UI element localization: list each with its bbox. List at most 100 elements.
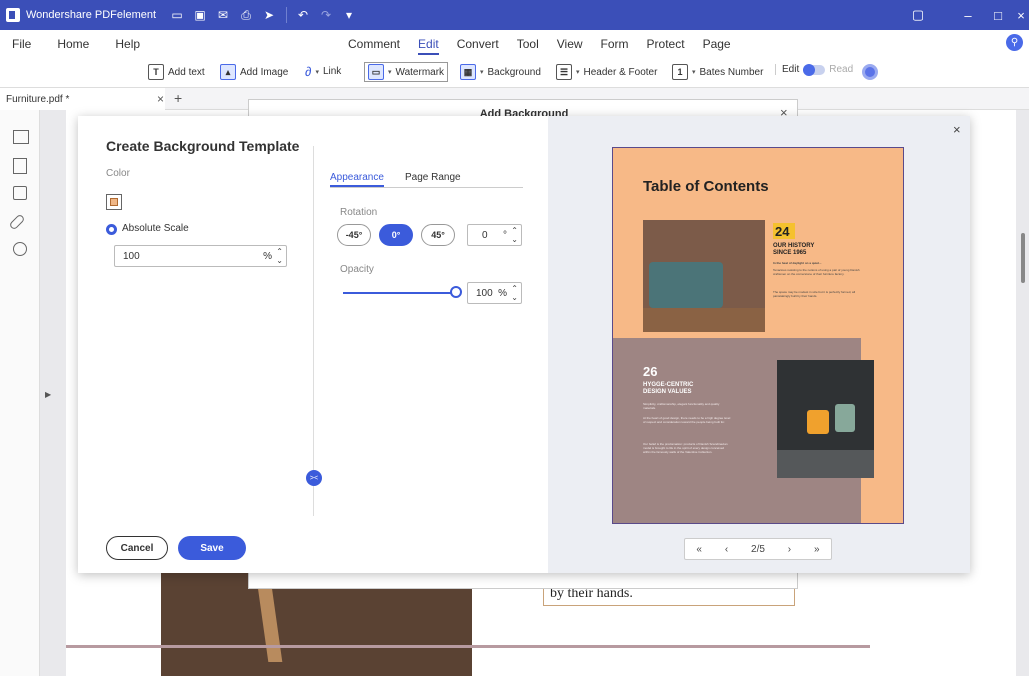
modal-close-button[interactable]: ×	[953, 122, 961, 137]
modal-title: Create Background Template	[106, 138, 300, 154]
preview-chairs-photo	[777, 360, 874, 478]
collapse-panel-button[interactable]: ><	[306, 470, 322, 486]
color-swatch	[110, 198, 118, 206]
add-text-button[interactable]: T Add text	[148, 64, 205, 80]
tab-furniture-pdf[interactable]: Furniture.pdf *	[0, 88, 165, 110]
background-button[interactable]: ▦ ▾ Background	[460, 64, 541, 80]
menu-form[interactable]: Form	[601, 37, 629, 55]
preview-page-title: Table of Contents	[643, 178, 769, 195]
menu-edit[interactable]: Edit	[418, 37, 439, 55]
add-image-button[interactable]: ▴ Add Image	[220, 64, 288, 80]
undo-icon[interactable]: ↶	[296, 8, 310, 22]
menu-protect[interactable]: Protect	[647, 37, 685, 55]
header-footer-button[interactable]: ☰ ▾ Header & Footer	[556, 64, 657, 80]
bates-number-icon: 1	[672, 64, 688, 80]
section1-heading: OUR HISTORY SINCE 1965	[773, 243, 815, 256]
print-icon[interactable]: ⎙	[239, 8, 253, 22]
tab-label: Furniture.pdf *	[6, 93, 70, 105]
settings-button[interactable]	[862, 64, 878, 80]
menu-page[interactable]: Page	[703, 37, 731, 55]
bates-number-label: Bates Number	[699, 66, 764, 78]
bookmark-icon[interactable]	[13, 158, 27, 174]
absolute-scale-radio[interactable]	[106, 224, 117, 235]
opacity-unit: %	[498, 288, 507, 299]
menu-tool[interactable]: Tool	[517, 37, 539, 55]
add-image-label: Add Image	[240, 66, 289, 78]
maximize-button[interactable]: □	[983, 0, 1013, 30]
menu-comment[interactable]: Comment	[348, 37, 400, 55]
opacity-slider-track[interactable]	[343, 292, 451, 294]
menu-help[interactable]: Help	[115, 37, 140, 51]
section1-text-b: Tenacious resisting to the notions of us…	[773, 268, 860, 276]
color-label: Color	[106, 168, 130, 179]
watermark-button[interactable]: ▭ ▾ Watermark	[364, 62, 449, 82]
tab-page-range[interactable]: Page Range	[405, 172, 461, 183]
bates-number-button[interactable]: 1 ▾ Bates Number	[672, 64, 763, 80]
save-button[interactable]: Save	[178, 536, 246, 560]
tab-appearance[interactable]: Appearance	[330, 172, 384, 187]
last-page-button[interactable]: »	[814, 544, 820, 555]
open-folder-icon[interactable]: ▭	[170, 8, 184, 22]
user-avatar-icon[interactable]: ⚲	[1006, 34, 1023, 51]
gear-icon	[862, 64, 878, 80]
background-icon: ▦	[460, 64, 476, 80]
preview-page: Table of Contents 24 OUR HISTORY SINCE 1…	[612, 147, 904, 524]
rotation-minus-45-button[interactable]: -45°	[337, 224, 371, 246]
background-label: Background	[487, 66, 541, 78]
menu-convert[interactable]: Convert	[457, 37, 499, 55]
preview-pager: « ‹ 2/5 › »	[684, 538, 832, 560]
close-window-button[interactable]: ×	[1013, 0, 1029, 30]
share-icon[interactable]: ➤	[262, 8, 276, 22]
rotation-45-button[interactable]: 45°	[421, 224, 455, 246]
mail-icon[interactable]: ✉	[216, 8, 230, 22]
watermark-label: Watermark	[395, 66, 445, 78]
opacity-input[interactable]: 100 % ⌃ ⌄	[467, 282, 522, 304]
cancel-button[interactable]: Cancel	[106, 536, 168, 560]
section2-number: 26	[643, 364, 658, 379]
absolute-scale-label: Absolute Scale	[122, 223, 189, 234]
quick-access-dropdown-icon[interactable]: ▾	[342, 8, 356, 22]
attachment-icon[interactable]	[8, 213, 26, 231]
menu-view[interactable]: View	[557, 37, 583, 55]
link-button[interactable]: ∂ ▾ Link	[305, 64, 341, 79]
comment-icon[interactable]	[13, 186, 27, 200]
preview-panel: × Table of Contents 24 OUR HISTORY SINCE…	[548, 116, 970, 573]
feedback-icon[interactable]: ▢	[903, 0, 933, 30]
edit-read-switch[interactable]	[803, 63, 826, 76]
rotation-stepper-icon[interactable]: ⌃ ⌄	[511, 226, 518, 244]
edit-read-toggle[interactable]: Edit Read	[775, 63, 853, 76]
chair-shape	[807, 410, 829, 434]
bates-number-dropdown-icon: ▾	[692, 69, 696, 76]
new-tab-button[interactable]: +	[174, 90, 182, 106]
add-image-icon: ▴	[220, 64, 236, 80]
thumbnail-icon[interactable]	[13, 130, 29, 144]
save-icon[interactable]: ▣	[193, 8, 207, 22]
scale-input[interactable]: 100 % ⌃ ⌄	[114, 245, 287, 267]
section1-number: 24	[775, 224, 790, 239]
rotation-label: Rotation	[340, 207, 378, 218]
vertical-scrollbar[interactable]	[1021, 233, 1025, 283]
rotation-custom-input[interactable]: 0 ° ⌃ ⌄	[467, 224, 522, 246]
color-picker-button[interactable]	[106, 194, 122, 210]
previous-page-button[interactable]: ‹	[725, 544, 728, 555]
search-icon[interactable]	[13, 242, 27, 256]
rotation-0-button[interactable]: 0°	[379, 224, 413, 246]
section1-text-a: In the heat of daylight on a quiet...	[773, 261, 822, 265]
floor-shape	[643, 308, 765, 332]
menu-home[interactable]: Home	[57, 37, 89, 51]
redo-icon[interactable]: ↷	[319, 8, 333, 22]
opacity-value: 100	[476, 288, 493, 299]
menu-file[interactable]: File	[12, 37, 31, 51]
section2-text-b: At the heart of good design, there needs…	[643, 416, 731, 424]
opacity-slider-handle[interactable]	[450, 286, 462, 298]
sidebar-expand-icon[interactable]: ▶	[45, 390, 51, 399]
header-footer-icon: ☰	[556, 64, 572, 80]
first-page-button[interactable]: «	[696, 544, 702, 555]
minimize-button[interactable]: –	[953, 0, 983, 30]
app-title: Wondershare PDFelement	[26, 9, 157, 21]
create-background-template-modal: Create Background Template Color Absolut…	[78, 116, 970, 573]
next-page-button[interactable]: ›	[788, 544, 791, 555]
opacity-stepper-icon[interactable]: ⌃ ⌄	[511, 284, 518, 302]
scale-stepper-icon[interactable]: ⌃ ⌄	[276, 247, 283, 265]
close-tab-icon[interactable]: ×	[157, 92, 164, 106]
